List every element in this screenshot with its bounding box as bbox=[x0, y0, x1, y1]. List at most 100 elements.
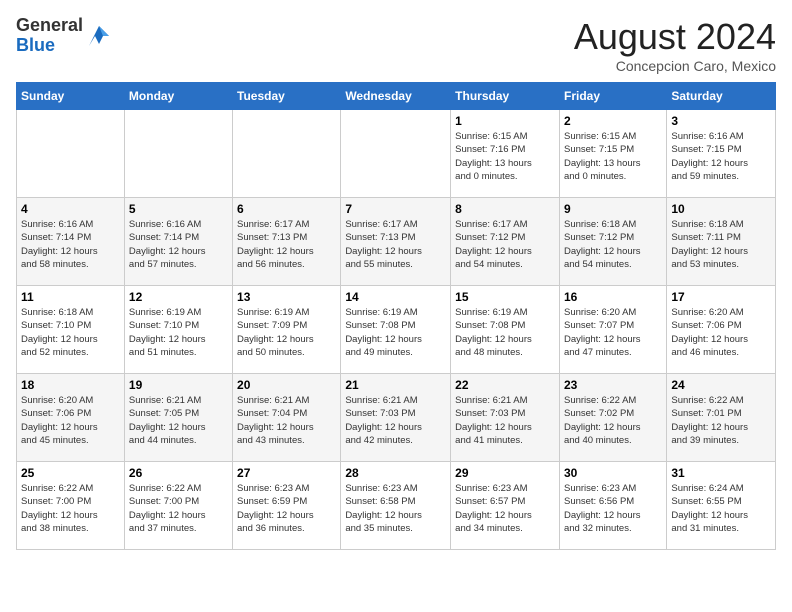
calendar-cell: 15 Sunrise: 6:19 AM Sunset: 7:08 PM Dayli… bbox=[451, 286, 560, 374]
day-number: 18 bbox=[21, 378, 120, 392]
logo: General Blue bbox=[16, 16, 113, 56]
day-number: 25 bbox=[21, 466, 120, 480]
day-info: Sunrise: 6:16 AM Sunset: 7:14 PM Dayligh… bbox=[129, 218, 228, 271]
calendar-cell bbox=[341, 110, 451, 198]
day-info: Sunrise: 6:18 AM Sunset: 7:11 PM Dayligh… bbox=[671, 218, 771, 271]
day-info: Sunrise: 6:16 AM Sunset: 7:15 PM Dayligh… bbox=[671, 130, 771, 183]
calendar-cell: 10 Sunrise: 6:18 AM Sunset: 7:11 PM Dayli… bbox=[667, 198, 776, 286]
calendar-cell: 5Sunrise: 6:16 AM Sunset: 7:14 PM Daylig… bbox=[124, 198, 232, 286]
day-info: Sunrise: 6:19 AM Sunset: 7:09 PM Dayligh… bbox=[237, 306, 336, 359]
day-info: Sunrise: 6:21 AM Sunset: 7:03 PM Dayligh… bbox=[345, 394, 446, 447]
header-cell-friday: Friday bbox=[559, 83, 666, 110]
day-info: Sunrise: 6:17 AM Sunset: 7:12 PM Dayligh… bbox=[455, 218, 555, 271]
header-cell-sunday: Sunday bbox=[17, 83, 125, 110]
calendar-cell: 28 Sunrise: 6:23 AM Sunset: 6:58 PM Dayli… bbox=[341, 462, 451, 550]
day-info: Sunrise: 6:18 AM Sunset: 7:10 PM Dayligh… bbox=[21, 306, 120, 359]
calendar-cell: 18 Sunrise: 6:20 AM Sunset: 7:06 PM Dayli… bbox=[17, 374, 125, 462]
day-number: 15 bbox=[455, 290, 555, 304]
calendar-week-row: 1 Sunrise: 6:15 AM Sunset: 7:16 PM Daylig… bbox=[17, 110, 776, 198]
day-number: 7 bbox=[345, 202, 446, 216]
day-number: 23 bbox=[564, 378, 662, 392]
day-number: 2 bbox=[564, 114, 662, 128]
day-info: Sunrise: 6:21 AM Sunset: 7:03 PM Dayligh… bbox=[455, 394, 555, 447]
day-number: 4 bbox=[21, 202, 120, 216]
day-info: Sunrise: 6:19 AM Sunset: 7:10 PM Dayligh… bbox=[129, 306, 228, 359]
calendar-cell: 9Sunrise: 6:18 AM Sunset: 7:12 PM Daylig… bbox=[559, 198, 666, 286]
day-number: 11 bbox=[21, 290, 120, 304]
calendar-cell: 16 Sunrise: 6:20 AM Sunset: 7:07 PM Dayli… bbox=[559, 286, 666, 374]
day-info: Sunrise: 6:24 AM Sunset: 6:55 PM Dayligh… bbox=[671, 482, 771, 535]
header-cell-thursday: Thursday bbox=[451, 83, 560, 110]
calendar-cell: 6 Sunrise: 6:17 AM Sunset: 7:13 PM Daylig… bbox=[233, 198, 341, 286]
day-number: 31 bbox=[671, 466, 771, 480]
page-header: General Blue August 2024 Concepcion Caro… bbox=[16, 16, 776, 74]
calendar-cell: 12 Sunrise: 6:19 AM Sunset: 7:10 PM Dayli… bbox=[124, 286, 232, 374]
calendar-table: SundayMondayTuesdayWednesdayThursdayFrid… bbox=[16, 82, 776, 550]
day-number: 12 bbox=[129, 290, 228, 304]
day-info: Sunrise: 6:22 AM Sunset: 7:02 PM Dayligh… bbox=[564, 394, 662, 447]
day-info: Sunrise: 6:23 AM Sunset: 6:58 PM Dayligh… bbox=[345, 482, 446, 535]
day-number: 6 bbox=[237, 202, 336, 216]
day-number: 17 bbox=[671, 290, 771, 304]
calendar-cell bbox=[17, 110, 125, 198]
day-number: 3 bbox=[671, 114, 771, 128]
calendar-cell: 26 Sunrise: 6:22 AM Sunset: 7:00 PM Dayli… bbox=[124, 462, 232, 550]
logo-icon bbox=[85, 22, 113, 50]
logo-general: General bbox=[16, 16, 83, 36]
month-year-title: August 2024 bbox=[574, 16, 776, 58]
day-number: 29 bbox=[455, 466, 555, 480]
calendar-header-row: SundayMondayTuesdayWednesdayThursdayFrid… bbox=[17, 83, 776, 110]
location-subtitle: Concepcion Caro, Mexico bbox=[574, 58, 776, 74]
header-cell-tuesday: Tuesday bbox=[233, 83, 341, 110]
calendar-cell: 21 Sunrise: 6:21 AM Sunset: 7:03 PM Dayli… bbox=[341, 374, 451, 462]
calendar-cell: 4 Sunrise: 6:16 AM Sunset: 7:14 PM Daylig… bbox=[17, 198, 125, 286]
calendar-cell: 13 Sunrise: 6:19 AM Sunset: 7:09 PM Dayli… bbox=[233, 286, 341, 374]
day-number: 10 bbox=[671, 202, 771, 216]
day-number: 13 bbox=[237, 290, 336, 304]
day-number: 24 bbox=[671, 378, 771, 392]
calendar-cell: 25Sunrise: 6:22 AM Sunset: 7:00 PM Dayli… bbox=[17, 462, 125, 550]
day-info: Sunrise: 6:19 AM Sunset: 7:08 PM Dayligh… bbox=[455, 306, 555, 359]
calendar-cell: 23 Sunrise: 6:22 AM Sunset: 7:02 PM Dayli… bbox=[559, 374, 666, 462]
header-cell-monday: Monday bbox=[124, 83, 232, 110]
day-info: Sunrise: 6:16 AM Sunset: 7:14 PM Dayligh… bbox=[21, 218, 120, 271]
day-info: Sunrise: 6:17 AM Sunset: 7:13 PM Dayligh… bbox=[345, 218, 446, 271]
calendar-week-row: 18 Sunrise: 6:20 AM Sunset: 7:06 PM Dayli… bbox=[17, 374, 776, 462]
header-cell-saturday: Saturday bbox=[667, 83, 776, 110]
day-info: Sunrise: 6:20 AM Sunset: 7:06 PM Dayligh… bbox=[671, 306, 771, 359]
day-info: Sunrise: 6:18 AM Sunset: 7:12 PM Dayligh… bbox=[564, 218, 662, 271]
calendar-cell: 19 Sunrise: 6:21 AM Sunset: 7:05 PM Dayli… bbox=[124, 374, 232, 462]
day-info: Sunrise: 6:15 AM Sunset: 7:16 PM Dayligh… bbox=[455, 130, 555, 183]
day-number: 28 bbox=[345, 466, 446, 480]
day-number: 26 bbox=[129, 466, 228, 480]
day-info: Sunrise: 6:23 AM Sunset: 6:56 PM Dayligh… bbox=[564, 482, 662, 535]
day-number: 20 bbox=[237, 378, 336, 392]
day-number: 8 bbox=[455, 202, 555, 216]
day-number: 19 bbox=[129, 378, 228, 392]
day-info: Sunrise: 6:21 AM Sunset: 7:05 PM Dayligh… bbox=[129, 394, 228, 447]
calendar-cell: 1 Sunrise: 6:15 AM Sunset: 7:16 PM Daylig… bbox=[451, 110, 560, 198]
calendar-cell: 29 Sunrise: 6:23 AM Sunset: 6:57 PM Dayli… bbox=[451, 462, 560, 550]
day-info: Sunrise: 6:17 AM Sunset: 7:13 PM Dayligh… bbox=[237, 218, 336, 271]
day-number: 16 bbox=[564, 290, 662, 304]
header-cell-wednesday: Wednesday bbox=[341, 83, 451, 110]
calendar-cell: 14Sunrise: 6:19 AM Sunset: 7:08 PM Dayli… bbox=[341, 286, 451, 374]
day-info: Sunrise: 6:23 AM Sunset: 6:57 PM Dayligh… bbox=[455, 482, 555, 535]
calendar-cell: 30 Sunrise: 6:23 AM Sunset: 6:56 PM Dayli… bbox=[559, 462, 666, 550]
day-info: Sunrise: 6:19 AM Sunset: 7:08 PM Dayligh… bbox=[345, 306, 446, 359]
day-number: 22 bbox=[455, 378, 555, 392]
day-number: 30 bbox=[564, 466, 662, 480]
day-info: Sunrise: 6:20 AM Sunset: 7:07 PM Dayligh… bbox=[564, 306, 662, 359]
calendar-cell: 7 Sunrise: 6:17 AM Sunset: 7:13 PM Daylig… bbox=[341, 198, 451, 286]
calendar-cell bbox=[233, 110, 341, 198]
calendar-cell: 31 Sunrise: 6:24 AM Sunset: 6:55 PM Dayli… bbox=[667, 462, 776, 550]
day-number: 21 bbox=[345, 378, 446, 392]
calendar-cell: 24Sunrise: 6:22 AM Sunset: 7:01 PM Dayli… bbox=[667, 374, 776, 462]
day-number: 1 bbox=[455, 114, 555, 128]
day-info: Sunrise: 6:22 AM Sunset: 7:00 PM Dayligh… bbox=[129, 482, 228, 535]
day-info: Sunrise: 6:21 AM Sunset: 7:04 PM Dayligh… bbox=[237, 394, 336, 447]
day-info: Sunrise: 6:23 AM Sunset: 6:59 PM Dayligh… bbox=[237, 482, 336, 535]
day-info: Sunrise: 6:20 AM Sunset: 7:06 PM Dayligh… bbox=[21, 394, 120, 447]
title-block: August 2024 Concepcion Caro, Mexico bbox=[574, 16, 776, 74]
day-info: Sunrise: 6:15 AM Sunset: 7:15 PM Dayligh… bbox=[564, 130, 662, 183]
